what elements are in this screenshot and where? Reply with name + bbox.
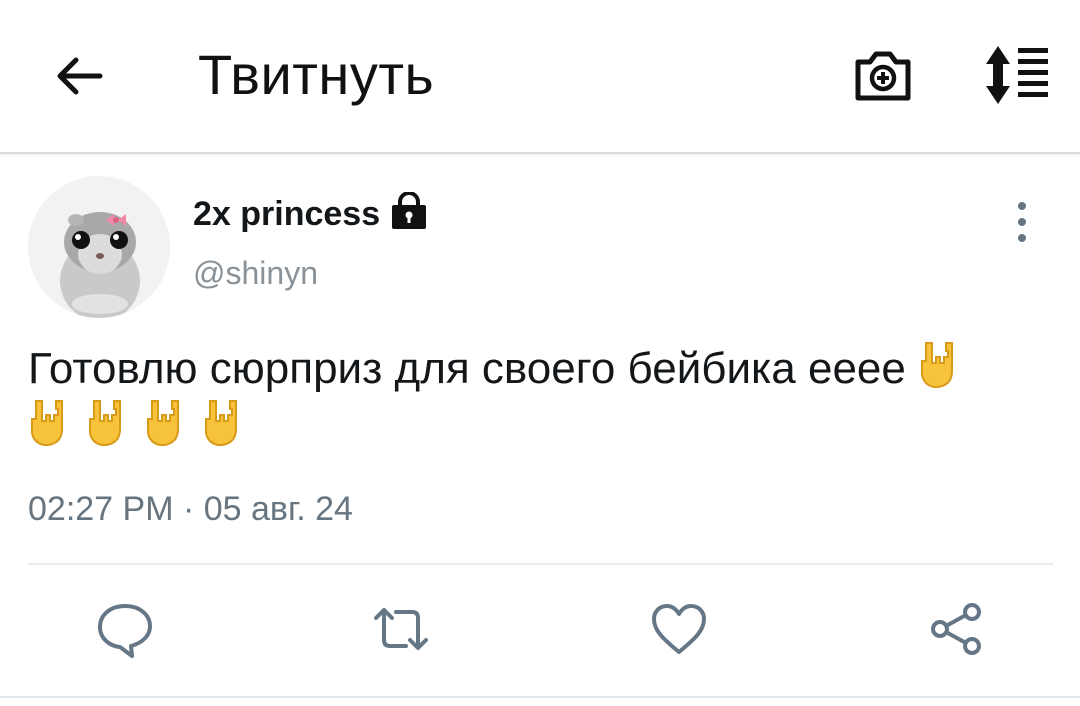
rock-hand-emoji: [202, 399, 246, 449]
rock-hand-emoji: [86, 399, 130, 449]
camera-add-icon: [855, 51, 911, 101]
retweet-icon: [374, 608, 428, 650]
hamster-avatar-image: [28, 176, 170, 318]
tweet-text: Готовлю сюрприз для своего бейбика ееее: [28, 340, 1038, 456]
rock-hand-emoji: [918, 341, 962, 391]
like-icon: [652, 604, 706, 654]
bottom-divider: [0, 696, 1080, 698]
sort-button[interactable]: [978, 44, 1050, 106]
reply-icon: [98, 604, 152, 658]
arrow-left-icon: [57, 57, 103, 95]
rock-hand-emoji: [28, 399, 72, 449]
camera-button[interactable]: [852, 44, 914, 106]
more-options-button[interactable]: [1004, 200, 1040, 244]
avatar[interactable]: [28, 176, 170, 318]
more-vertical-icon: [1018, 202, 1026, 242]
retweet-button[interactable]: [370, 598, 432, 660]
page-title: Твитнуть: [198, 43, 435, 106]
share-icon: [931, 603, 981, 655]
sort-list-icon: [986, 46, 1048, 104]
divider: [28, 563, 1053, 565]
like-button[interactable]: [648, 598, 710, 660]
tweet-text-content: Готовлю сюрприз для своего бейбика ееее: [28, 344, 906, 393]
tweet-timestamp: 02:27 PM · 05 авг. 24: [28, 490, 353, 528]
username[interactable]: @shinyn: [193, 252, 318, 294]
back-button[interactable]: [50, 48, 106, 104]
reply-button[interactable]: [94, 598, 156, 660]
rock-hand-emoji: [144, 399, 188, 449]
lock-icon: [388, 191, 430, 232]
share-button[interactable]: [926, 598, 988, 660]
top-bar: Твитнуть: [0, 0, 1080, 154]
display-name[interactable]: 2x princess: [193, 192, 380, 236]
